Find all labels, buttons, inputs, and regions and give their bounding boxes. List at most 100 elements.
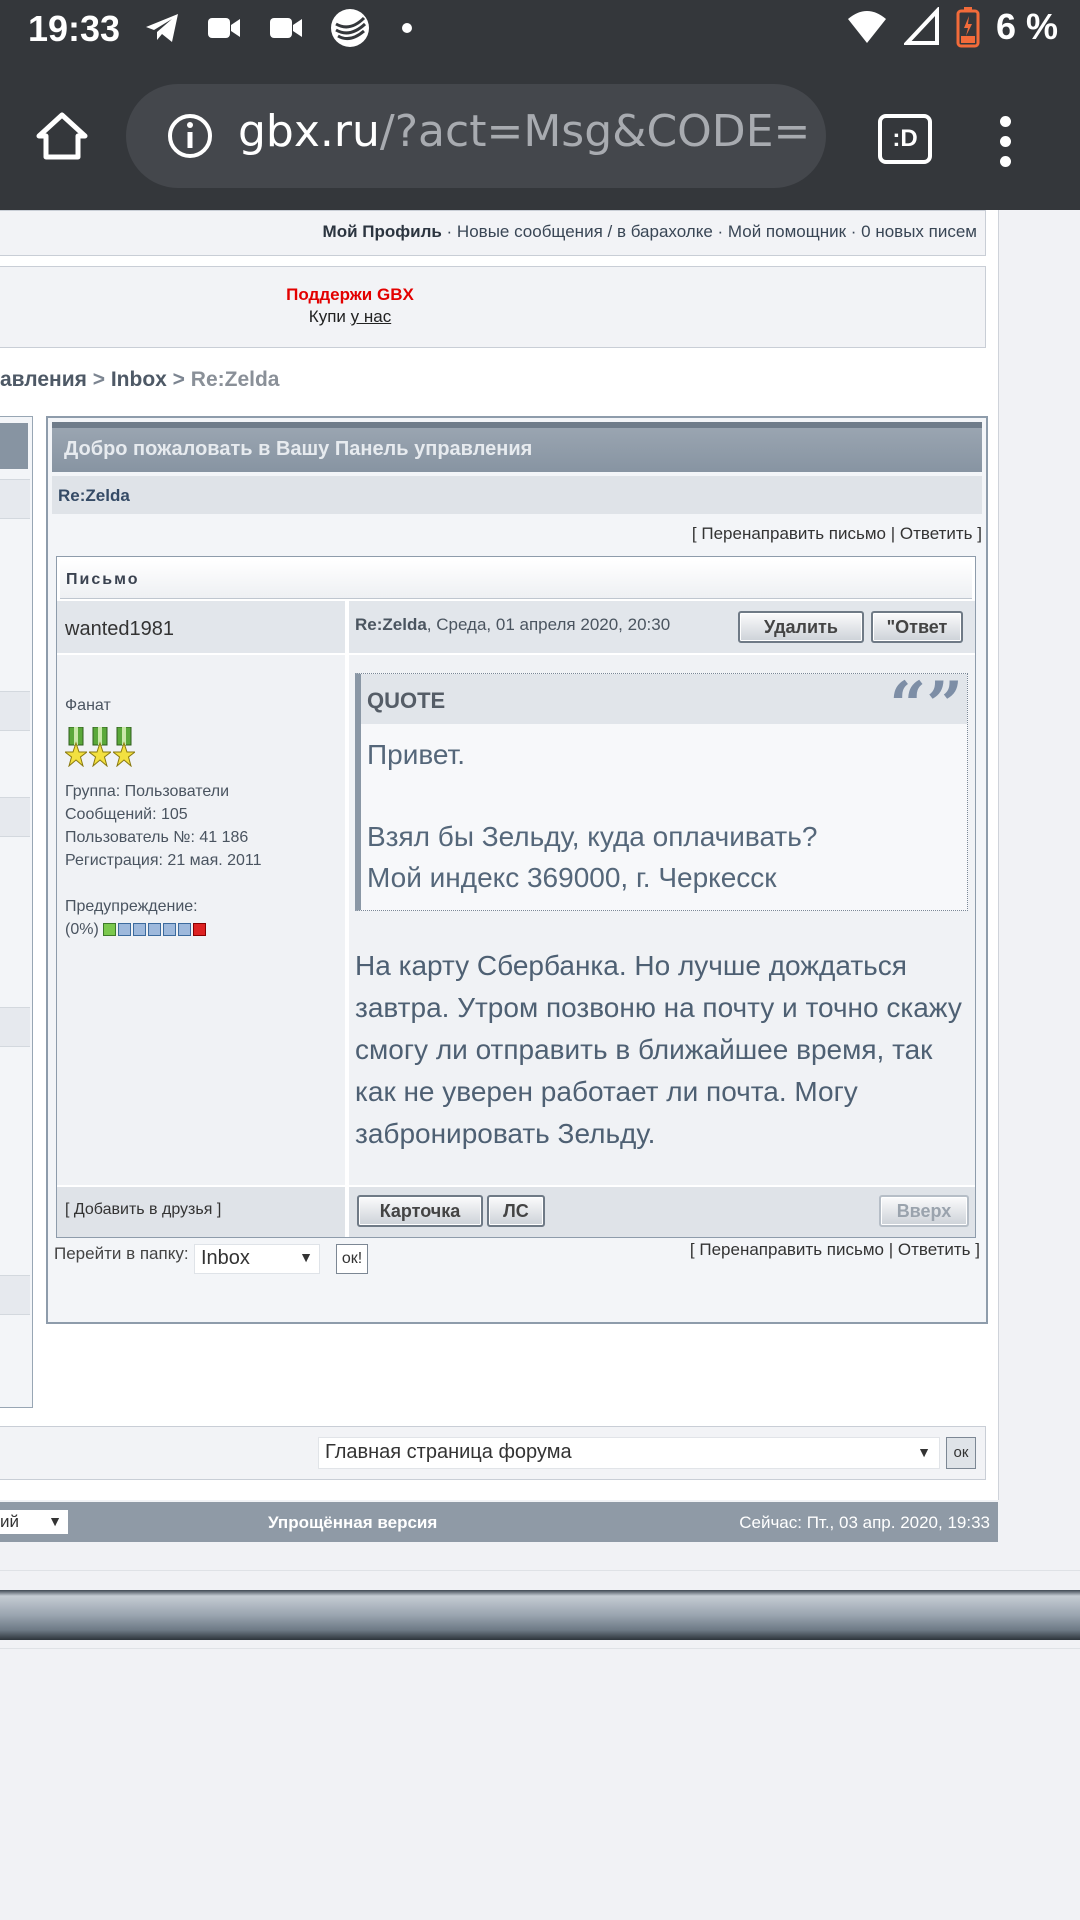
telegram-icon xyxy=(146,14,178,42)
folder-go-button[interactable]: ок! xyxy=(336,1244,368,1274)
dropdown-arrow-icon: ▼ xyxy=(48,1513,62,1529)
author-rank: Фанат xyxy=(65,697,111,714)
quote-block: QUOTE “” Привет. Взял бы Зельду, куда оп… xyxy=(355,673,968,911)
reply-button[interactable]: "Ответ xyxy=(871,611,963,643)
reply-link[interactable]: Ответить xyxy=(898,1240,971,1259)
folder-select[interactable]: Inbox ▼ xyxy=(194,1244,320,1274)
post-body: QUOTE “” Привет. Взял бы Зельду, куда оп… xyxy=(349,655,975,1185)
author-profile: Фанат Группа: Пользователи Сообщений: 10… xyxy=(57,655,347,1185)
promo-block: Поддержи GBX Купи у нас xyxy=(0,266,986,348)
scroll-top-button[interactable]: Вверх xyxy=(879,1195,969,1227)
url-host: gbx.ru xyxy=(238,106,380,157)
author-group: Группа: Пользователи xyxy=(65,783,230,800)
web-page: Мой Профиль · Новые сообщения / в барахо… xyxy=(0,210,1080,1920)
rank-medals xyxy=(65,727,135,767)
warning-level: (0%) xyxy=(65,921,206,939)
forum-jump-go-button[interactable]: ок xyxy=(946,1437,976,1469)
sidebar-item[interactable] xyxy=(0,479,30,519)
sberbank-icon xyxy=(331,9,369,47)
address-bar[interactable]: gbx.ru/?act=Msg&CODE=03& xyxy=(126,84,826,188)
user-bar: Мой Профиль · Новые сообщения / в барахо… xyxy=(0,210,986,256)
forum-jump-selected: Главная страница форума xyxy=(325,1441,572,1463)
clock: 19:33 xyxy=(28,8,121,49)
profile-card-button[interactable]: Карточка xyxy=(357,1195,483,1227)
sidebar-header xyxy=(0,423,28,469)
divider xyxy=(0,1648,1080,1649)
home-icon[interactable] xyxy=(36,112,88,160)
author-cell: wanted1981 xyxy=(57,601,347,653)
breadcrumb-panel[interactable]: авления xyxy=(0,368,87,391)
video-call-icon xyxy=(208,18,240,38)
message-subject: Re:Zelda xyxy=(58,486,130,505)
overflow-menu-icon[interactable] xyxy=(1000,116,1014,167)
breadcrumb-current: Re:Zelda xyxy=(190,368,280,391)
breadcrumb-separator: > xyxy=(86,368,111,391)
quote-header: QUOTE “” xyxy=(361,674,967,738)
letter: Письмо wanted1981 Re:Zelda, Среда, 01 ап… xyxy=(56,556,976,1238)
add-friend-link[interactable]: [ Добавить в друзья ] xyxy=(65,1201,221,1219)
promo-sub-prefix: Купи xyxy=(308,307,351,326)
url-text[interactable]: gbx.ru/?act=Msg&CODE=03& xyxy=(238,106,808,157)
system-icons: 6 % xyxy=(846,6,1058,48)
sidebar-item[interactable] xyxy=(0,797,30,837)
delete-button[interactable]: Удалить xyxy=(738,611,864,643)
battery-percent: 6 % xyxy=(995,6,1058,47)
forward-link[interactable]: Перенаправить письмо xyxy=(699,1240,884,1259)
quote-text: Привет. Взял бы Зельду, куда оплачивать?… xyxy=(367,734,817,898)
notification-dot-icon xyxy=(402,23,412,33)
medal-icon xyxy=(89,727,111,767)
post-datetime: , Среда, 01 апреля 2020, 20:30 xyxy=(426,615,671,634)
author-user-number: Пользователь №: 41 186 xyxy=(65,829,249,846)
promo-shop-link[interactable]: у нас xyxy=(351,307,392,326)
author-registered: Регистрация: 21 мая. 2011 xyxy=(65,852,262,869)
dropdown-arrow-icon: ▼ xyxy=(917,1444,931,1460)
language-select[interactable]: ий ▼ xyxy=(0,1510,68,1534)
post-date: Re:Zelda, Среда, 01 апреля 2020, 20:30 xyxy=(355,615,670,635)
divider xyxy=(0,1570,1080,1571)
author-name[interactable]: wanted1981 xyxy=(65,618,174,641)
breadcrumb: авления > Inbox > Re:Zelda xyxy=(0,368,279,392)
panel-title: Добро пожаловать в Вашу Панель управлени… xyxy=(52,422,982,472)
quote-marks-icon: “” xyxy=(889,668,963,743)
lite-version-link[interactable]: Упрощённая версия xyxy=(268,1513,437,1533)
post-subject: Re:Zelda xyxy=(355,615,427,634)
quote-line: Мой индекс 369000, г. Черкесск xyxy=(367,862,777,893)
cell-signal-icon xyxy=(903,7,939,45)
medal-icon xyxy=(65,727,87,767)
forum-jump-select[interactable]: Главная страница форума ▼ xyxy=(318,1437,940,1469)
user-links[interactable]: · Новые сообщения / в барахолке · Мой по… xyxy=(442,222,977,241)
my-profile-link[interactable]: Мой Профиль xyxy=(323,222,442,241)
current-time: Сейчас: Пт., 03 апр. 2020, 19:33 xyxy=(739,1513,990,1532)
letter-header: Письмо xyxy=(60,560,972,599)
sidebar-item[interactable] xyxy=(0,1275,30,1315)
footer-bar: ий ▼ Упрощённая версия Сейчас: Пт., 03 ап… xyxy=(0,1502,998,1542)
sidebar-item[interactable] xyxy=(0,691,30,731)
private-message-button[interactable]: ЛС xyxy=(487,1195,545,1227)
letter-footer-left: [ Добавить в друзья ] xyxy=(57,1187,347,1237)
message-actions-top: [ Перенаправить письмо | Ответить ] xyxy=(691,524,982,543)
video-call-icon xyxy=(270,18,302,38)
info-icon[interactable] xyxy=(166,112,214,160)
status-bar: 19:33 6 % xyxy=(0,0,1080,56)
warning-label: Предупреждение: xyxy=(65,898,198,915)
sidebar-item[interactable] xyxy=(0,1007,30,1047)
forum-jump: Главная страница форума ▼ ок xyxy=(0,1426,986,1480)
forward-link[interactable]: Перенаправить письмо xyxy=(701,524,886,543)
warning-bar-icon xyxy=(102,923,206,937)
bottom-banner xyxy=(0,1590,1080,1640)
folder-selected: Inbox xyxy=(201,1247,250,1269)
wifi-icon xyxy=(847,11,886,43)
panel-title-text: Добро пожаловать в Вашу Панель управлени… xyxy=(64,438,533,460)
medal-icon xyxy=(113,727,135,767)
reply-link[interactable]: Ответить xyxy=(900,524,973,543)
battery-low-icon xyxy=(956,7,980,48)
quote-line: Взял бы Зельду, куда оплачивать? xyxy=(367,821,818,852)
breadcrumb-inbox[interactable]: Inbox xyxy=(111,368,167,391)
control-panel: Добро пожаловать в Вашу Панель управлени… xyxy=(46,416,988,1324)
warning-percent: (0%) xyxy=(65,921,99,938)
letter-header-text: Письмо xyxy=(66,571,140,588)
tab-switcher-button[interactable]: :D xyxy=(878,114,932,164)
url-path: /?act=Msg&CODE=03& xyxy=(379,106,808,157)
letter-footer-right: Карточка ЛС Вверх xyxy=(349,1187,975,1237)
author-posts: Сообщений: 105 xyxy=(65,806,188,823)
